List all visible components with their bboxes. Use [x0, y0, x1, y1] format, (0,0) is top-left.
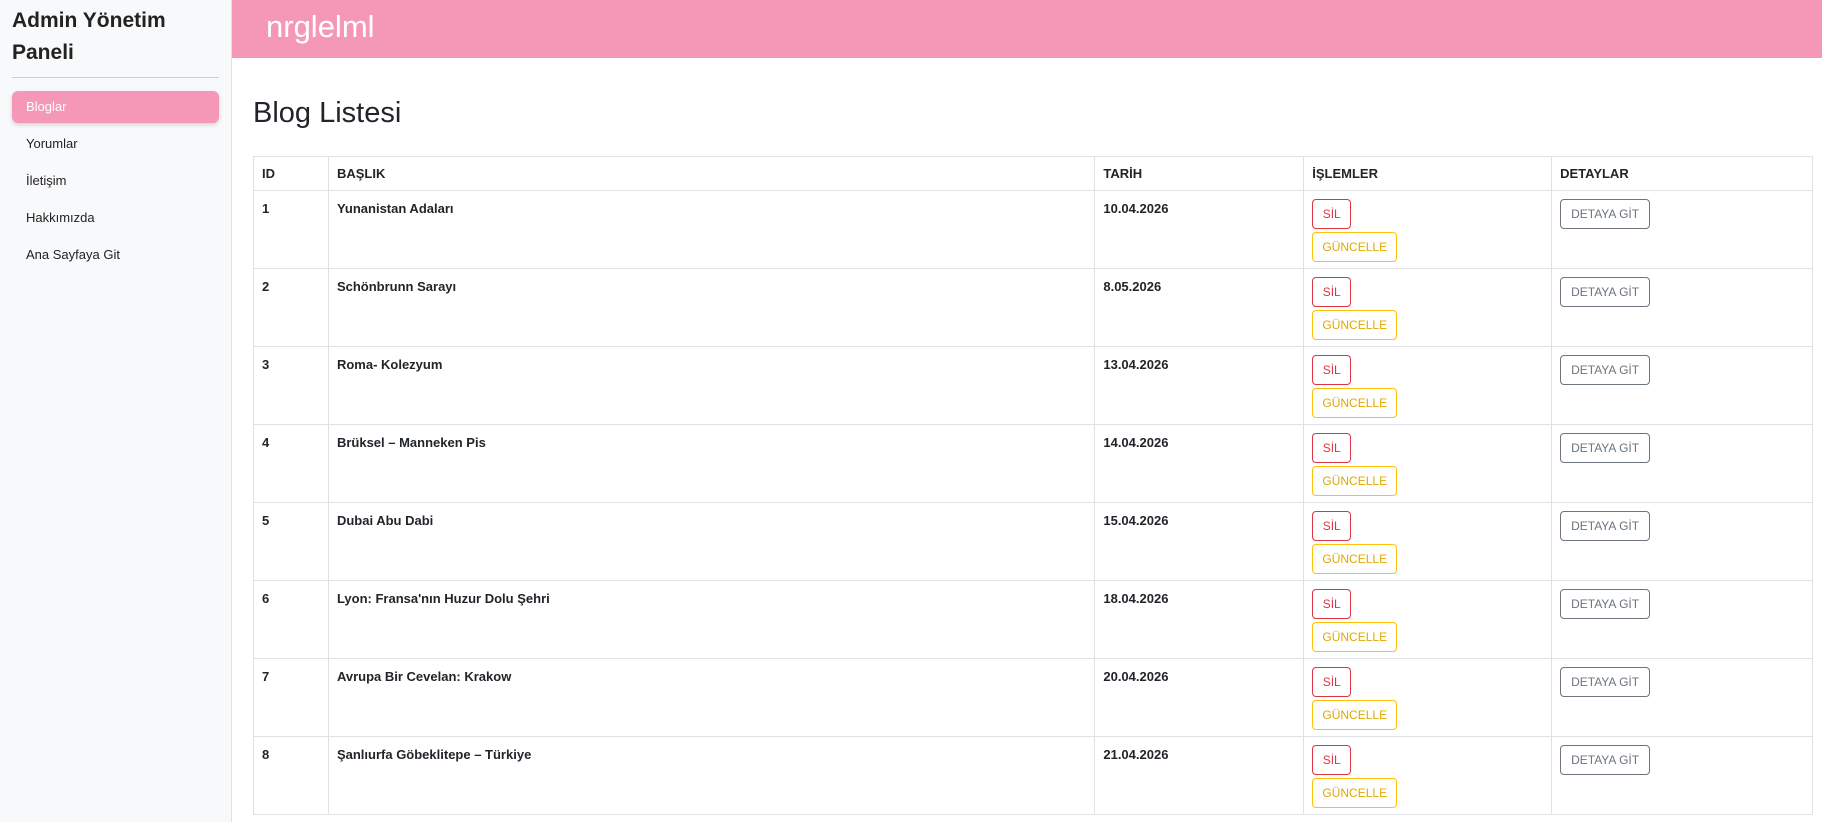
update-button[interactable]: GÜNCELLE	[1312, 388, 1398, 418]
row-id: 6	[253, 580, 329, 659]
table-row: 7 Avrupa Bir Cevelan: Krakow 20.04.2026 SİL…	[253, 658, 1813, 737]
row-title: Şanlıurfa Göbeklitepe – Türkiye	[327, 736, 1096, 815]
row-actions: SİL GÜNCELLE	[1303, 346, 1553, 425]
row-details: DETAYA GİT	[1551, 268, 1813, 347]
topbar-title: nrglelml	[266, 9, 375, 44]
row-id: 4	[253, 424, 329, 503]
sidebar-item-yorumlar[interactable]: Yorumlar	[12, 128, 219, 160]
row-title: Avrupa Bir Cevelan: Krakow	[327, 658, 1096, 737]
row-details: DETAYA GİT	[1551, 190, 1813, 269]
row-id: 2	[253, 268, 329, 347]
update-button[interactable]: GÜNCELLE	[1312, 466, 1398, 496]
row-id: 7	[253, 658, 329, 737]
delete-button[interactable]: SİL	[1312, 667, 1352, 697]
delete-button[interactable]: SİL	[1312, 589, 1352, 619]
table-row: 3 Roma- Kolezyum 13.04.2026 SİL GÜNCELLE DETA…	[253, 346, 1813, 425]
row-date: 18.04.2026	[1094, 580, 1305, 659]
detail-button[interactable]: DETAYA GİT	[1560, 199, 1651, 229]
row-actions: SİL GÜNCELLE	[1303, 580, 1553, 659]
row-details: DETAYA GİT	[1551, 580, 1813, 659]
row-id: 5	[253, 502, 329, 581]
row-details: DETAYA GİT	[1551, 658, 1813, 737]
detail-button[interactable]: DETAYA GİT	[1560, 277, 1651, 307]
row-date: 21.04.2026	[1094, 736, 1305, 815]
column-header-details: DETAYLAR	[1551, 156, 1813, 191]
table-row: 1 Yunanistan Adaları 10.04.2026 SİL GÜNCELLE…	[253, 190, 1813, 269]
row-title: Roma- Kolezyum	[327, 346, 1096, 425]
sidebar-brand: Admin Yönetim Paneli	[12, 9, 166, 64]
column-header-actions: İŞLEMLER	[1303, 156, 1553, 191]
main-content: Blog Listesi ID BAŞLIK TARİH İŞLEMLER DE…	[253, 95, 1813, 815]
update-button[interactable]: GÜNCELLE	[1312, 310, 1398, 340]
sidebar: Admin Yönetim Paneli Bloglar Yorumlar İl…	[0, 0, 232, 822]
row-date: 8.05.2026	[1094, 268, 1305, 347]
row-actions: SİL GÜNCELLE	[1303, 736, 1553, 815]
sidebar-item-hakkimizda[interactable]: Hakkımızda	[12, 202, 219, 234]
row-id: 1	[253, 190, 329, 269]
row-date: 10.04.2026	[1094, 190, 1305, 269]
table-row: 2 Schönbrunn Sarayı 8.05.2026 SİL GÜNCELLE DE…	[253, 268, 1813, 347]
table-row: 5 Dubai Abu Dabi 15.04.2026 SİL GÜNCELLE DETA…	[253, 502, 1813, 581]
row-id: 8	[253, 736, 329, 815]
detail-button[interactable]: DETAYA GİT	[1560, 745, 1651, 775]
detail-button[interactable]: DETAYA GİT	[1560, 589, 1651, 619]
update-button[interactable]: GÜNCELLE	[1312, 622, 1398, 652]
row-details: DETAYA GİT	[1551, 424, 1813, 503]
row-title: Yunanistan Adaları	[327, 190, 1096, 269]
row-actions: SİL GÜNCELLE	[1303, 424, 1553, 503]
row-actions: SİL GÜNCELLE	[1303, 190, 1553, 269]
row-title: Schönbrunn Sarayı	[327, 268, 1096, 347]
column-header-title: BAŞLIK	[327, 156, 1096, 191]
sidebar-item-ana-sayfa[interactable]: Ana Sayfaya Git	[12, 239, 219, 271]
row-date: 20.04.2026	[1094, 658, 1305, 737]
column-header-id: ID	[253, 156, 329, 191]
sidebar-divider	[12, 77, 219, 78]
detail-button[interactable]: DETAYA GİT	[1560, 511, 1651, 541]
page-title: Blog Listesi	[253, 97, 402, 129]
sidebar-item-bloglar[interactable]: Bloglar	[12, 91, 219, 123]
delete-button[interactable]: SİL	[1312, 355, 1352, 385]
detail-button[interactable]: DETAYA GİT	[1560, 355, 1651, 385]
row-date: 15.04.2026	[1094, 502, 1305, 581]
row-details: DETAYA GİT	[1551, 502, 1813, 581]
update-button[interactable]: GÜNCELLE	[1312, 778, 1398, 808]
row-actions: SİL GÜNCELLE	[1303, 658, 1553, 737]
row-title: Dubai Abu Dabi	[327, 502, 1096, 581]
delete-button[interactable]: SİL	[1312, 511, 1352, 541]
table-row: 8 Şanlıurfa Göbeklitepe – Türkiye 21.04.20…	[253, 736, 1813, 815]
blog-table: ID BAŞLIK TARİH İŞLEMLER DETAYLAR 1 Yunan…	[253, 156, 1813, 815]
update-button[interactable]: GÜNCELLE	[1312, 700, 1398, 730]
sidebar-item-iletisim[interactable]: İletişim	[12, 165, 219, 197]
row-title: Brüksel – Manneken Pis	[327, 424, 1096, 503]
detail-button[interactable]: DETAYA GİT	[1560, 433, 1651, 463]
column-header-date: TARİH	[1094, 156, 1305, 191]
row-date: 13.04.2026	[1094, 346, 1305, 425]
row-title: Lyon: Fransa'nın Huzur Dolu Şehri	[327, 580, 1096, 659]
detail-button[interactable]: DETAYA GİT	[1560, 667, 1651, 697]
delete-button[interactable]: SİL	[1312, 745, 1352, 775]
table-row: 6 Lyon: Fransa'nın Huzur Dolu Şehri 18.04.…	[253, 580, 1813, 659]
row-id: 3	[253, 346, 329, 425]
update-button[interactable]: GÜNCELLE	[1312, 232, 1398, 262]
delete-button[interactable]: SİL	[1312, 433, 1352, 463]
table-row: 4 Brüksel – Manneken Pis 14.04.2026 SİL GÜNC…	[253, 424, 1813, 503]
table-header-row: ID BAŞLIK TARİH İŞLEMLER DETAYLAR	[253, 156, 1813, 191]
update-button[interactable]: GÜNCELLE	[1312, 544, 1398, 574]
sidebar-nav: Bloglar Yorumlar İletişim Hakkımızda Ana…	[0, 91, 231, 271]
row-actions: SİL GÜNCELLE	[1303, 502, 1553, 581]
row-details: DETAYA GİT	[1551, 736, 1813, 815]
row-details: DETAYA GİT	[1551, 346, 1813, 425]
delete-button[interactable]: SİL	[1312, 199, 1352, 229]
delete-button[interactable]: SİL	[1312, 277, 1352, 307]
row-date: 14.04.2026	[1094, 424, 1305, 503]
row-actions: SİL GÜNCELLE	[1303, 268, 1553, 347]
top-bar: nrglelml	[232, 0, 1822, 58]
